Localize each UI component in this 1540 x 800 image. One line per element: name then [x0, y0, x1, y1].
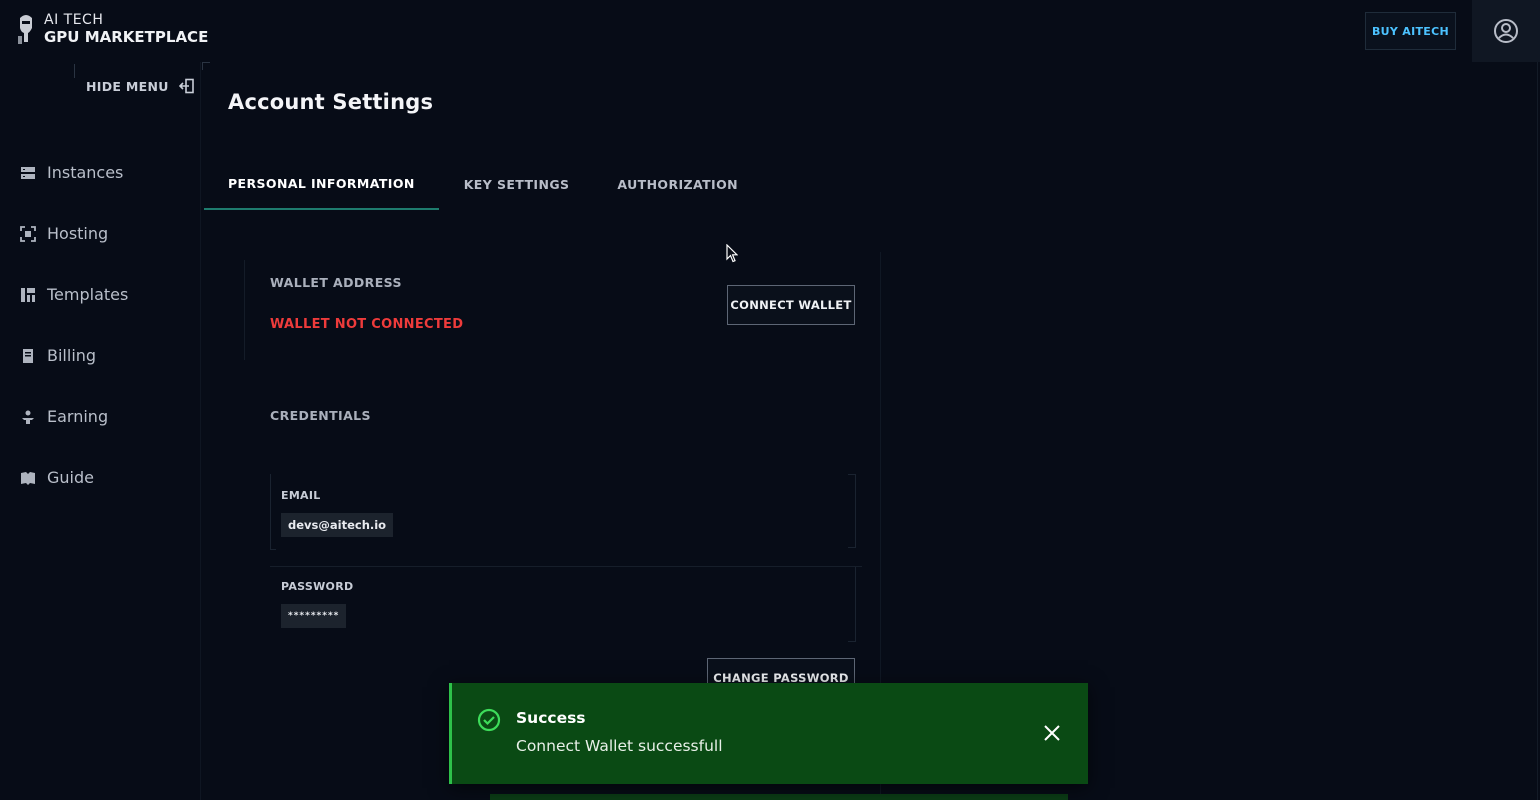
guide-icon: [21, 471, 35, 485]
settings-tabs: PERSONAL INFORMATION KEY SETTINGS AUTHOR…: [204, 158, 762, 210]
close-icon[interactable]: [1042, 723, 1062, 743]
brand-logo[interactable]: AI TECH GPU MARKETPLACE: [16, 12, 208, 46]
toast-title: Success: [516, 709, 586, 727]
collapse-menu-icon: [178, 78, 194, 94]
credentials-label: CREDENTIALS: [270, 408, 371, 423]
credentials-divider: [270, 566, 862, 567]
billing-icon: [23, 348, 33, 363]
success-toast: Success Connect Wallet successfull: [449, 683, 1088, 784]
password-field: *********: [281, 604, 347, 628]
toast-message: Connect Wallet successfull: [516, 737, 723, 755]
hide-menu-button[interactable]: HIDE MENU: [74, 64, 202, 108]
sidebar-item-label: Billing: [47, 346, 97, 365]
robot-head-icon: [18, 15, 32, 44]
mouse-cursor-icon: [726, 244, 738, 263]
password-label: PASSWORD: [281, 580, 354, 593]
page-title: Account Settings: [228, 90, 434, 114]
email-field: devs@aitech.io: [281, 513, 394, 537]
sidebar-item-hosting[interactable]: Hosting: [20, 203, 128, 264]
sidebar-item-label: Templates: [47, 285, 129, 304]
sidebar-item-guide[interactable]: Guide: [20, 447, 128, 508]
user-avatar-icon: [1494, 19, 1518, 43]
sidebar-divider: [200, 62, 201, 800]
frame-corner: [202, 62, 210, 70]
server-icon: [21, 166, 35, 179]
toast-shadow-bar: [490, 794, 1068, 800]
wallet-status-text: WALLET NOT CONNECTED: [270, 317, 464, 332]
brand-subtitle: GPU MARKETPLACE: [44, 28, 209, 46]
sidebar-item-billing[interactable]: Billing: [20, 325, 128, 386]
user-menu[interactable]: [1472, 0, 1540, 62]
templates-icon: [21, 287, 35, 302]
tab-personal-information[interactable]: PERSONAL INFORMATION: [204, 158, 439, 210]
sidebar-item-label: Earning: [47, 407, 109, 426]
sidebar-nav: Instances Hosting Templates Billing Earn…: [20, 142, 128, 508]
connect-wallet-button[interactable]: CONNECT WALLET: [727, 285, 855, 325]
sidebar-item-label: Hosting: [47, 224, 109, 243]
hide-menu-label: HIDE MENU: [86, 78, 169, 94]
sidebar-item-earning[interactable]: Earning: [20, 386, 128, 447]
buy-aitech-button[interactable]: BUY AITECH: [1365, 12, 1456, 50]
check-circle-icon: [477, 708, 501, 732]
sidebar-item-label: Guide: [47, 468, 94, 487]
sidebar-item-instances[interactable]: Instances: [20, 142, 128, 203]
sidebar-item-templates[interactable]: Templates: [20, 264, 128, 325]
hosting-icon: [20, 225, 36, 242]
earning-icon: [22, 410, 34, 424]
tab-key-settings[interactable]: KEY SETTINGS: [439, 158, 594, 210]
tab-authorization[interactable]: AUTHORIZATION: [593, 158, 762, 210]
brand-name: AI TECH: [44, 12, 104, 28]
sidebar-item-label: Instances: [47, 163, 124, 182]
email-label: EMAIL: [281, 489, 321, 502]
app-page: AI TECH GPU MARKETPLACE BUY AITECH HIDE …: [0, 0, 1540, 800]
wallet-address-label: WALLET ADDRESS: [270, 275, 402, 290]
scroll-edge: [1537, 62, 1538, 800]
